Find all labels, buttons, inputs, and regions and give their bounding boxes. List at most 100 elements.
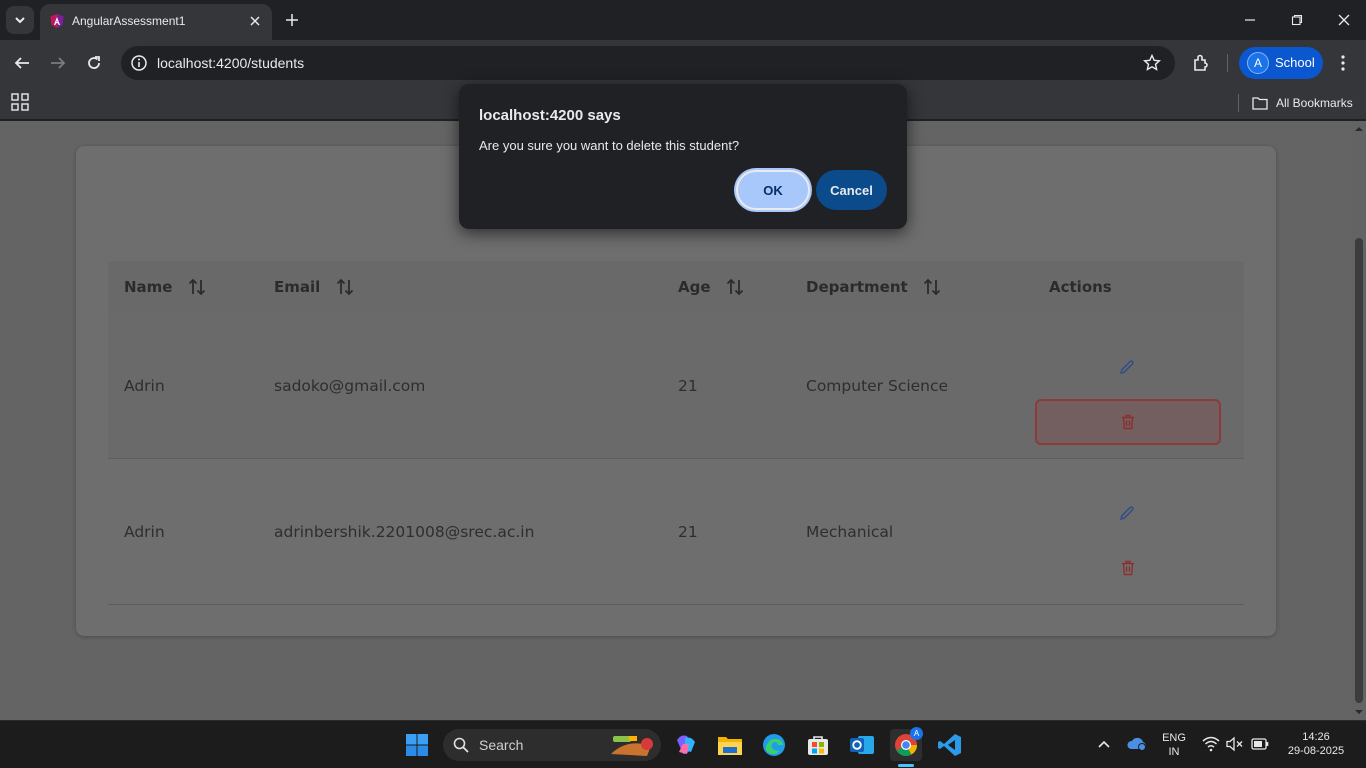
address-bar[interactable]: localhost:4200/students <box>121 46 1175 80</box>
column-header-department[interactable]: Department <box>790 261 1033 313</box>
edit-button[interactable] <box>1115 501 1139 525</box>
reload-button[interactable] <box>82 51 106 75</box>
windows-logo-icon <box>406 734 428 756</box>
scrollbar-thumb[interactable] <box>1355 238 1363 703</box>
tab-search-button[interactable] <box>6 6 34 34</box>
url-text: localhost:4200/students <box>157 55 305 71</box>
extensions-icon[interactable] <box>1190 51 1214 75</box>
avatar: A <box>1247 52 1269 74</box>
sort-icon[interactable] <box>336 278 354 296</box>
chevron-down-icon <box>15 17 25 24</box>
row-actions <box>1035 313 1244 458</box>
sort-icon[interactable] <box>726 278 744 296</box>
region-code: IN <box>1168 746 1180 758</box>
chrome-app[interactable]: A <box>890 727 923 761</box>
trash-icon <box>1122 560 1134 576</box>
active-app-indicator <box>898 764 914 767</box>
cell-department: Computer Science <box>806 376 949 395</box>
date-text: 29-08-2025 <box>1287 745 1345 757</box>
language-indicator[interactable]: ENG IN <box>1158 731 1190 759</box>
all-bookmarks-button[interactable]: All Bookmarks <box>1252 93 1353 113</box>
taskbar-search[interactable]: Search <box>443 729 661 761</box>
column-header-age[interactable]: Age <box>662 261 790 313</box>
cell-name: Adrin <box>124 522 165 541</box>
minimize-button[interactable] <box>1238 8 1262 32</box>
page-scrollbar[interactable] <box>1352 121 1366 720</box>
close-tab-icon[interactable] <box>246 12 264 30</box>
bookmark-star-icon[interactable] <box>1143 54 1161 72</box>
table-header-row: Name Email Age Department Actions <box>108 261 1244 313</box>
cell-age: 21 <box>678 376 698 395</box>
cell-age: 21 <box>678 522 698 541</box>
chevron-up-icon[interactable] <box>1097 739 1111 749</box>
plus-icon <box>286 14 298 26</box>
cell-actions <box>1033 459 1244 605</box>
delete-button[interactable] <box>1035 545 1221 591</box>
new-tab-button[interactable] <box>282 10 302 30</box>
browser-menu-button[interactable] <box>1333 51 1353 75</box>
trash-icon <box>1122 414 1134 430</box>
column-header-name[interactable]: Name <box>108 261 258 313</box>
outlook-icon <box>850 736 874 754</box>
sort-icon[interactable] <box>188 278 206 296</box>
browser-toolbar: localhost:4200/students A School <box>0 40 1366 86</box>
wifi-icon[interactable] <box>1202 736 1220 752</box>
row-actions <box>1035 459 1244 604</box>
column-header-email[interactable]: Email <box>258 261 662 313</box>
m365-icon <box>677 735 695 754</box>
battery-icon[interactable] <box>1251 737 1269 751</box>
tab-title: AngularAssessment1 <box>72 14 186 28</box>
arrow-right-icon <box>51 57 66 69</box>
vscode-app[interactable] <box>934 729 966 761</box>
search-label: Search <box>479 737 524 753</box>
cancel-button[interactable]: Cancel <box>816 170 887 210</box>
speaker-muted-icon[interactable] <box>1226 736 1244 752</box>
store-icon <box>808 736 828 755</box>
close-window-button[interactable] <box>1332 8 1356 32</box>
file-explorer-app[interactable] <box>714 729 746 761</box>
ok-button[interactable]: OK <box>736 170 810 210</box>
sort-icon[interactable] <box>923 278 941 296</box>
forward-button[interactable] <box>46 51 70 75</box>
chrome-profile-badge: A <box>910 727 923 740</box>
scroll-up-arrow-icon[interactable] <box>1354 124 1364 134</box>
edit-button[interactable] <box>1115 355 1139 379</box>
cell-email: sadoko@gmail.com <box>274 376 426 395</box>
edge-app[interactable] <box>758 729 790 761</box>
m365-app[interactable] <box>670 729 702 761</box>
browser-tab[interactable]: AngularAssessment1 <box>40 4 272 40</box>
cell-email: adrinbershik.2201008@srec.ac.in <box>274 522 535 541</box>
column-header-actions: Actions <box>1049 278 1112 296</box>
start-button[interactable] <box>401 729 433 761</box>
onedrive-icon[interactable] <box>1126 736 1148 752</box>
profile-button[interactable]: A School <box>1239 47 1323 79</box>
apps-grid-icon[interactable] <box>11 93 29 111</box>
angular-icon <box>50 14 64 28</box>
outlook-app[interactable] <box>846 729 878 761</box>
minimize-icon <box>1245 19 1255 21</box>
search-highlight-icon <box>611 736 653 756</box>
delete-button[interactable] <box>1035 399 1221 445</box>
store-app[interactable] <box>802 729 834 761</box>
all-bookmarks-label: All Bookmarks <box>1276 96 1353 110</box>
students-table: Name Email Age Department Actions Adrin … <box>108 261 1244 605</box>
arrow-left-icon <box>14 57 29 69</box>
profile-name: School <box>1275 55 1315 70</box>
table-row: Adrin sadoko@gmail.com 21 Computer Scien… <box>108 313 1244 459</box>
dialog-message: Are you sure you want to delete this stu… <box>479 138 740 153</box>
cell-actions <box>1033 313 1244 459</box>
reload-icon <box>88 56 100 69</box>
restore-button[interactable] <box>1285 8 1309 32</box>
pencil-icon <box>1119 360 1134 375</box>
toolbar-divider <box>1227 54 1228 72</box>
clock[interactable]: 14:26 29-08-2025 <box>1278 730 1354 758</box>
language-code: ENG <box>1162 732 1186 744</box>
scroll-down-arrow-icon[interactable] <box>1354 707 1364 717</box>
bookmarks-divider <box>1238 94 1239 112</box>
cell-department: Mechanical <box>806 522 894 541</box>
info-icon[interactable] <box>130 54 148 72</box>
back-button[interactable] <box>10 51 34 75</box>
table-row: Adrin adrinbershik.2201008@srec.ac.in 21… <box>108 459 1244 605</box>
confirm-dialog: localhost:4200 says Are you sure you wan… <box>459 84 907 229</box>
pencil-icon <box>1119 506 1134 521</box>
